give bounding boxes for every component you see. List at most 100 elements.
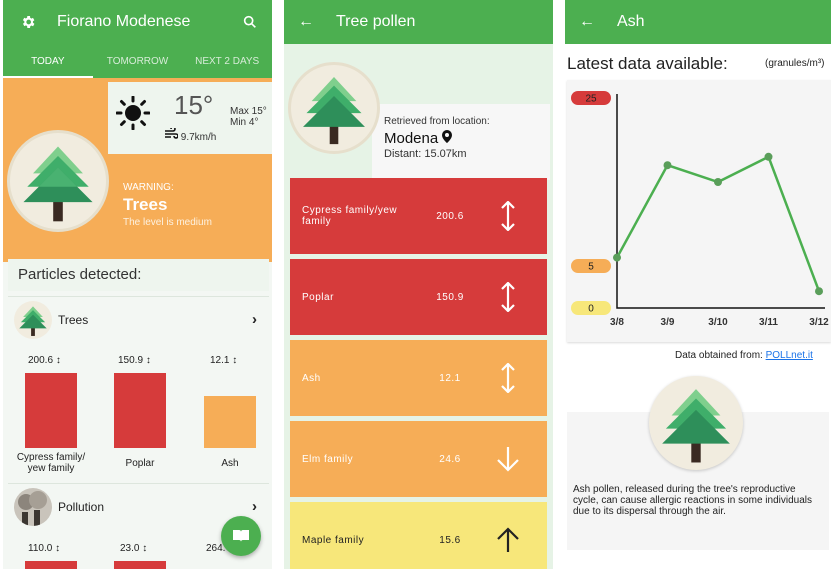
wind-icon [164, 126, 181, 143]
bar-cypress [25, 373, 77, 448]
page-title: Tree pollen [336, 13, 416, 30]
pollen-name: Maple family [302, 534, 365, 546]
search-icon[interactable] [242, 14, 258, 30]
page-title: Ash [617, 13, 645, 30]
up-down-arrow-icon: ↕ [55, 543, 61, 554]
bar-poplar [114, 373, 166, 448]
warning-label: WARNING: [123, 182, 174, 193]
tab-today[interactable]: TODAY [3, 44, 93, 78]
location-pin-icon [442, 130, 453, 147]
screen-ash-detail: ← Ash Latest data available: (granules/m… [565, 0, 831, 569]
sun-icon [115, 95, 151, 131]
bar-ash [204, 396, 256, 448]
wind-speed: 9.7km/h [180, 132, 217, 143]
chevron-right-icon[interactable]: › [252, 311, 257, 328]
pollen-row[interactable]: Cypress family/yew family 200.6 [290, 178, 547, 254]
particles-heading: Particles detected: [8, 259, 269, 291]
app-bar: Fiorano Modenese [3, 0, 272, 44]
pollen-value: 200.6 [436, 210, 464, 222]
data-point[interactable] [663, 161, 672, 170]
screen-today: Fiorano Modenese TODAY TOMORROW NEXT 2 D… [3, 0, 272, 569]
location-distance: Distant: 15.07km [384, 148, 467, 160]
bar-label-poplar: Poplar [125, 458, 155, 469]
pollen-value: 12.1 [439, 372, 461, 384]
temp-range: Max 15° Min 4° [230, 106, 267, 128]
temp-max: Max 15° [230, 106, 267, 117]
source-link[interactable]: POLLnet.it [766, 350, 813, 361]
arrow-down-icon [480, 446, 535, 472]
warning-group: Trees [123, 195, 168, 214]
pollen-name: Poplar [302, 291, 334, 303]
group-row-trees[interactable]: Trees › [8, 296, 269, 342]
screen-tree-pollen: ← Tree pollen Retrieved from location: M… [284, 0, 553, 569]
temperature: 15° [174, 90, 214, 120]
chevron-right-icon[interactable]: › [252, 498, 257, 515]
back-arrow-icon[interactable]: ← [298, 13, 314, 31]
warning-text: WARNING: Trees The level is medium [123, 182, 212, 228]
app-bar: ← Ash [565, 0, 831, 44]
chart-card: 25 5 0 3/8 3/9 3/10 3/11 3/12 [567, 80, 831, 342]
location-card: Retrieved from location: Modena Distant:… [372, 104, 550, 180]
up-down-arrow-icon: ↕ [142, 543, 148, 554]
up-down-arrow-icon: ↕ [55, 355, 61, 366]
description-text: Ash pollen, released during the tree's r… [573, 484, 813, 517]
bar-pollution-2 [114, 561, 166, 569]
pollen-value: 150.9 [436, 291, 464, 303]
group-label-pollution: Pollution [58, 499, 105, 514]
pollen-row[interactable]: Ash 12.1 [290, 340, 547, 416]
weather-card: 15° Max 15° Min 4° 9.7km/h [108, 82, 272, 154]
retrieved-label: Retrieved from location: [384, 116, 490, 127]
info-fab-button[interactable] [221, 516, 261, 556]
bar-label-cypress: Cypress family/ yew family [16, 452, 86, 474]
x-tick-label: 3/12 [809, 317, 829, 328]
tab-tomorrow[interactable]: TOMORROW [93, 44, 183, 78]
data-point[interactable] [613, 253, 621, 262]
data-point[interactable] [815, 287, 823, 296]
tree-avatar [288, 62, 380, 154]
tab-next-2-days[interactable]: NEXT 2 DAYS [182, 44, 272, 78]
location-city-block: Modena [384, 130, 453, 147]
location-city: Modena [384, 130, 439, 147]
pollen-name: Ash [302, 372, 321, 384]
up-down-arrow-icon [480, 363, 535, 393]
pollution-value-1: 110.0 ↕ [28, 543, 61, 554]
back-arrow-icon[interactable]: ← [579, 13, 595, 31]
unit-label: (granules/m³) [765, 58, 825, 69]
pollen-row[interactable]: Maple family 15.6 [290, 502, 547, 569]
up-down-arrow-icon: ↕ [232, 355, 238, 366]
x-tick-label: 3/10 [708, 317, 728, 328]
day-tabs: TODAY TOMORROW NEXT 2 DAYS [3, 44, 272, 78]
data-point[interactable] [714, 178, 722, 186]
wind-speed-block: 9.7km/h [164, 126, 217, 143]
arrow-up-icon [480, 527, 535, 553]
source-label: Data obtained from: [675, 350, 763, 361]
bar-pollution-1 [25, 561, 77, 569]
pollen-name: Cypress family/yew family [302, 205, 398, 227]
tree-icon [14, 300, 52, 339]
x-tick-label: 3/8 [610, 317, 624, 328]
y-tag-label: 5 [588, 262, 594, 273]
warning-level: The level is medium [123, 217, 212, 228]
up-down-arrow-icon [480, 201, 535, 231]
smokestack-icon [14, 487, 52, 526]
bar-label-ash: Ash [221, 458, 239, 469]
gear-icon[interactable] [17, 14, 39, 30]
app-bar: ← Tree pollen [284, 0, 553, 44]
pollen-value: 24.6 [439, 453, 461, 465]
pollen-row[interactable]: Poplar 150.9 [290, 259, 547, 335]
pollen-value: 15.6 [439, 534, 461, 546]
bar-value-cypress: 200.6 ↕ [28, 355, 61, 366]
x-tick-label: 3/11 [759, 317, 778, 328]
tree-avatar-large [7, 130, 109, 232]
latest-data-label: Latest data available: [567, 54, 728, 73]
tree-avatar [649, 376, 743, 470]
pollen-name: Elm family [302, 453, 354, 465]
app-title: Fiorano Modenese [57, 13, 191, 30]
pollen-row[interactable]: Elm family 24.6 [290, 421, 547, 497]
temp-min: Min 4° [230, 117, 259, 128]
data-point[interactable] [764, 152, 773, 161]
up-down-arrow-icon [480, 282, 535, 312]
tree-icon [303, 77, 365, 145]
tree-icon [662, 389, 730, 463]
tree-icon [23, 146, 93, 222]
